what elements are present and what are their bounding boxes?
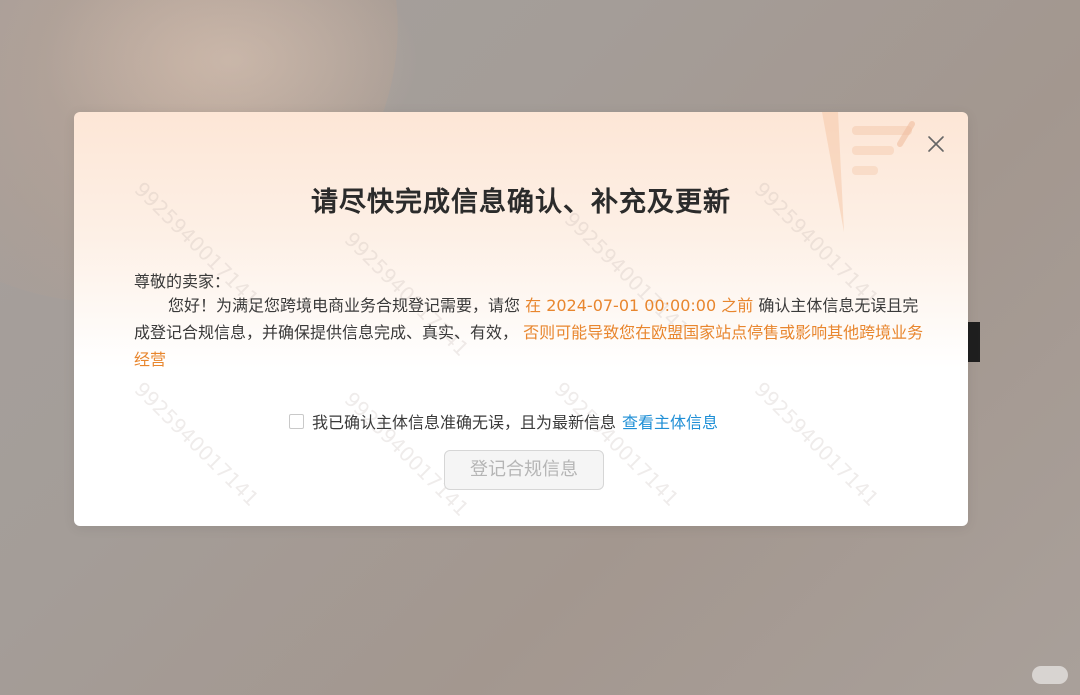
confirm-checkbox[interactable] bbox=[289, 413, 304, 429]
corner-badge bbox=[1032, 666, 1068, 684]
confirm-label: 我已确认主体信息准确无误，且为最新信息 bbox=[312, 413, 617, 432]
watermark: 9925940017141 bbox=[549, 377, 684, 511]
deadline-text: 在 2024-07-01 00:00:00 之前 bbox=[525, 296, 754, 315]
watermark: 9925940017141 bbox=[749, 377, 884, 511]
confirm-row: 我已确认主体信息准确无误，且为最新信息 查看主体信息 bbox=[289, 410, 718, 432]
close-button[interactable] bbox=[924, 132, 948, 156]
notice-body: 您好！为满足您跨境电商业务合规登记需要，请您 在 2024-07-01 00:0… bbox=[134, 292, 924, 373]
watermark: 9925940017141 bbox=[129, 377, 264, 511]
greeting: 尊敬的卖家： bbox=[134, 272, 231, 291]
register-compliance-button[interactable]: 登记合规信息 bbox=[444, 450, 604, 490]
info-confirm-modal: 9925940017141 9925940017141 992594001714… bbox=[74, 112, 968, 526]
close-icon bbox=[928, 136, 944, 152]
modal-title: 请尽快完成信息确认、补充及更新 bbox=[311, 187, 731, 218]
view-entity-info-link[interactable]: 查看主体信息 bbox=[622, 409, 718, 433]
notice-text: 您好！为满足您跨境电商业务合规登记需要，请您 bbox=[168, 296, 521, 315]
background-partial-element bbox=[966, 322, 980, 362]
